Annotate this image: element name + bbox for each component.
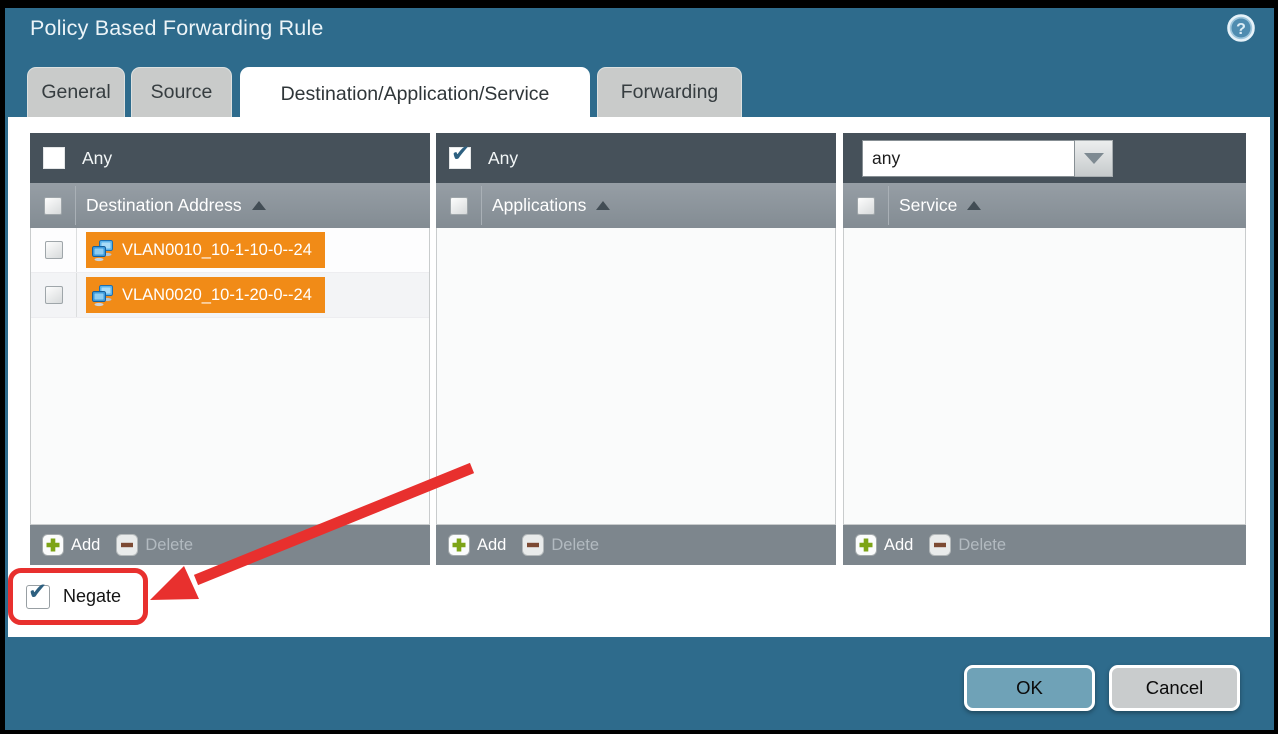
row-checkbox[interactable]: [45, 241, 63, 259]
tab-source[interactable]: Source: [131, 67, 232, 117]
header-divider: [75, 186, 76, 225]
delete-minus-icon: [929, 534, 951, 556]
tab-label: General: [41, 81, 110, 104]
tab-label: Forwarding: [621, 81, 719, 104]
destination-any-header: Any: [30, 133, 430, 183]
applications-list: [436, 228, 836, 525]
pbf-rule-dialog: Policy Based Forwarding Rule ? General S…: [0, 0, 1278, 734]
any-label: Any: [488, 148, 518, 169]
address-object-label: VLAN0010_10-1-10-0--24: [122, 241, 312, 260]
delete-button[interactable]: Delete: [929, 534, 1006, 556]
row-checkbox-cell: [31, 228, 77, 272]
row-checkbox-cell: [31, 273, 77, 317]
tab-label: Source: [151, 81, 213, 104]
applications-column-header[interactable]: Applications: [436, 183, 836, 228]
service-panel: any Service Add: [843, 133, 1246, 565]
table-row: VLAN0010_10-1-10-0--24: [31, 228, 429, 273]
applications-any-header: Any: [436, 133, 836, 183]
dropdown-value[interactable]: any: [862, 140, 1075, 177]
service-mode-dropdown[interactable]: any: [862, 140, 1113, 177]
add-button[interactable]: Add: [855, 534, 913, 556]
service-select-all-checkbox[interactable]: [857, 197, 875, 215]
column-header-label: Applications: [492, 195, 586, 216]
applications-panel: Any Applications Add Delete: [436, 133, 836, 565]
address-object-vlan0010[interactable]: VLAN0010_10-1-10-0--24: [86, 232, 325, 268]
applications-select-all-checkbox[interactable]: [450, 197, 468, 215]
negate-label: Negate: [63, 586, 121, 607]
delete-button[interactable]: Delete: [522, 534, 599, 556]
service-dropdown-header: any: [843, 133, 1246, 183]
address-object-vlan0020[interactable]: VLAN0020_10-1-20-0--24: [86, 277, 325, 313]
sort-ascending-icon[interactable]: [967, 201, 981, 210]
destination-panel-footer: Add Delete: [30, 525, 430, 565]
tab-label: Destination/Application/Service: [281, 83, 550, 106]
add-button[interactable]: Add: [42, 534, 100, 556]
table-row: VLAN0020_10-1-20-0--24: [31, 273, 429, 318]
destination-any-checkbox[interactable]: [43, 147, 65, 169]
applications-panel-footer: Add Delete: [436, 525, 836, 565]
applications-any-checkbox[interactable]: [449, 147, 471, 169]
chevron-down-icon: [1084, 153, 1104, 164]
delete-minus-icon: [522, 534, 544, 556]
destination-select-all-checkbox[interactable]: [44, 197, 62, 215]
add-button-label: Add: [477, 536, 506, 555]
sort-ascending-icon[interactable]: [252, 201, 266, 210]
cancel-button[interactable]: Cancel: [1109, 665, 1240, 711]
sort-ascending-icon[interactable]: [596, 201, 610, 210]
add-button-label: Add: [71, 536, 100, 555]
any-label: Any: [82, 148, 112, 169]
destination-address-panel: Any Destination Address: [30, 133, 430, 565]
delete-button[interactable]: Delete: [116, 534, 193, 556]
delete-button-label: Delete: [145, 536, 193, 555]
dropdown-button[interactable]: [1075, 140, 1113, 177]
delete-button-label: Delete: [551, 536, 599, 555]
add-button-label: Add: [884, 536, 913, 555]
column-header-label: Destination Address: [86, 195, 242, 216]
header-divider: [481, 186, 482, 225]
svg-text:?: ?: [1236, 21, 1246, 38]
delete-minus-icon: [116, 534, 138, 556]
dialog-title: Policy Based Forwarding Rule: [30, 16, 324, 41]
header-divider: [888, 186, 889, 225]
ok-button[interactable]: OK: [964, 665, 1095, 711]
service-list: [843, 228, 1246, 525]
help-icon[interactable]: ?: [1226, 13, 1256, 43]
service-panel-footer: Add Delete: [843, 525, 1246, 565]
add-plus-icon: [448, 534, 470, 556]
tab-destination-application-service[interactable]: Destination/Application/Service: [240, 67, 590, 120]
add-plus-icon: [42, 534, 64, 556]
add-button[interactable]: Add: [448, 534, 506, 556]
tab-general[interactable]: General: [27, 67, 125, 117]
address-object-label: VLAN0020_10-1-20-0--24: [122, 286, 312, 305]
network-computers-icon: [91, 239, 114, 262]
negate-checkbox[interactable]: [26, 585, 50, 609]
annotation-highlight-box: Negate: [8, 568, 148, 625]
destination-column-header[interactable]: Destination Address: [30, 183, 430, 228]
service-column-header[interactable]: Service: [843, 183, 1246, 228]
network-computers-icon: [91, 284, 114, 307]
row-checkbox[interactable]: [45, 286, 63, 304]
tab-forwarding[interactable]: Forwarding: [597, 67, 742, 117]
column-header-label: Service: [899, 195, 957, 216]
destination-address-list: VLAN0010_10-1-10-0--24 VLAN00: [30, 228, 430, 525]
add-plus-icon: [855, 534, 877, 556]
delete-button-label: Delete: [958, 536, 1006, 555]
